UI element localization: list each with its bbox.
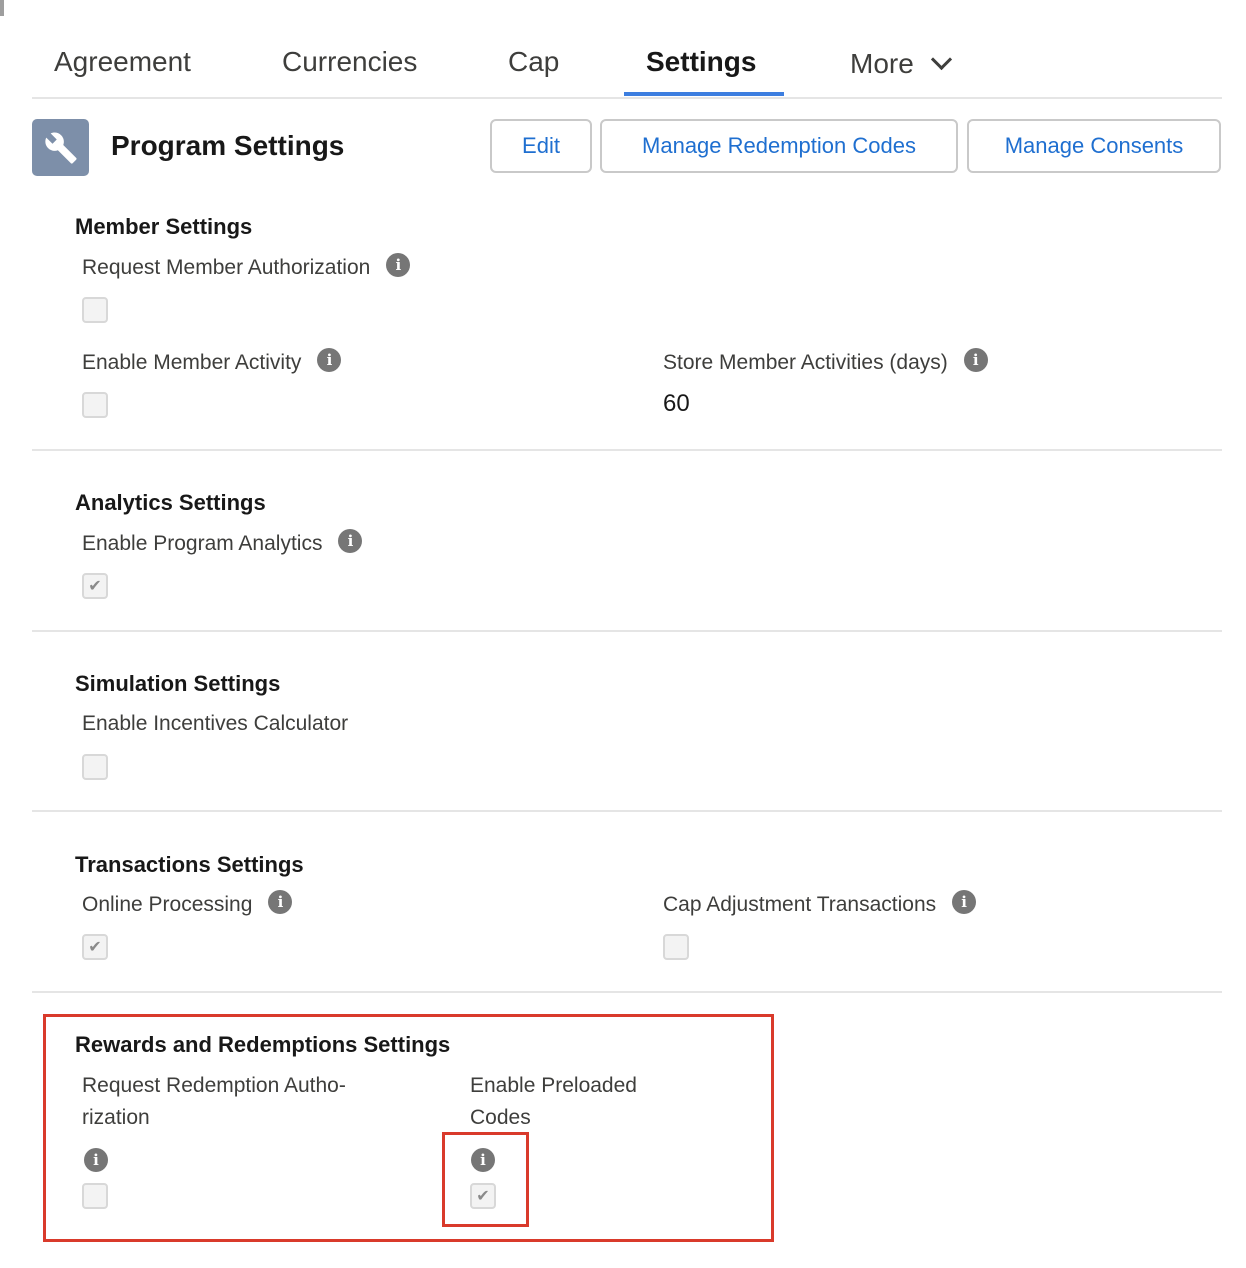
tab-more-label: More bbox=[850, 48, 914, 79]
info-icon[interactable]: i bbox=[84, 1148, 108, 1172]
section-divider bbox=[32, 810, 1222, 812]
tab-cap[interactable]: Cap bbox=[508, 46, 559, 78]
member-settings-title: Member Settings bbox=[75, 214, 253, 239]
store-member-activities-label: Store Member Activities (days) bbox=[663, 351, 948, 374]
preloaded-codes-highlight bbox=[442, 1132, 529, 1227]
checkmark-icon: ✔ bbox=[88, 578, 102, 595]
enable-member-activity-field: Enable Member Activity i bbox=[82, 347, 342, 379]
enable-member-activity-label: Enable Member Activity bbox=[82, 351, 302, 374]
rewards-settings-title: Rewards and Redemptions Settings bbox=[75, 1032, 451, 1057]
section-divider bbox=[32, 449, 1222, 451]
enable-program-analytics-label: Enable Program Analytics bbox=[82, 532, 323, 555]
edit-button[interactable]: Edit bbox=[490, 119, 592, 173]
info-icon[interactable]: i bbox=[963, 348, 988, 373]
manage-consents-button[interactable]: Manage Consents bbox=[967, 119, 1221, 173]
analytics-settings-title: Analytics Settings bbox=[75, 490, 266, 515]
info-icon[interactable]: i bbox=[317, 348, 342, 373]
wrench-icon bbox=[32, 119, 89, 176]
enable-program-analytics-field: Enable Program Analytics i bbox=[82, 528, 363, 560]
info-icon[interactable]: i bbox=[338, 529, 363, 554]
request-member-authorization-field: Request Member Authorization i bbox=[82, 252, 411, 284]
transactions-settings-title: Transactions Settings bbox=[75, 852, 304, 877]
section-divider bbox=[32, 991, 1222, 993]
tab-bar: Agreement Currencies Cap Settings More bbox=[32, 36, 1222, 99]
request-redemption-authorization-checkbox[interactable] bbox=[82, 1183, 108, 1209]
request-redemption-authorization-field: Request Redemption Autho- rization bbox=[82, 1070, 346, 1134]
manage-redemption-codes-button[interactable]: Manage Redemption Codes bbox=[600, 119, 958, 173]
tab-more[interactable]: More bbox=[850, 48, 952, 80]
info-icon[interactable]: i bbox=[952, 890, 977, 915]
online-processing-field: Online Processing i bbox=[82, 889, 293, 921]
checkmark-icon: ✔ bbox=[88, 939, 102, 956]
store-member-activities-value: 60 bbox=[663, 390, 690, 417]
request-redemption-authorization-label-line2: rization bbox=[82, 1106, 150, 1129]
request-member-authorization-checkbox[interactable] bbox=[82, 297, 108, 323]
enable-preloaded-codes-label-line2: Codes bbox=[470, 1106, 531, 1129]
info-icon[interactable]: i bbox=[268, 890, 293, 915]
enable-incentives-calculator-label: Enable Incentives Calculator bbox=[82, 712, 349, 735]
enable-member-activity-checkbox[interactable] bbox=[82, 392, 108, 418]
enable-preloaded-codes-field: Enable Preloaded Codes bbox=[470, 1070, 637, 1134]
tab-settings[interactable]: Settings bbox=[646, 46, 756, 78]
enable-incentives-calculator-checkbox[interactable] bbox=[82, 754, 108, 780]
store-member-activities-field: Store Member Activities (days) i bbox=[663, 347, 988, 379]
request-redemption-authorization-label-line1: Request Redemption Autho- bbox=[82, 1074, 346, 1097]
online-processing-label: Online Processing bbox=[82, 893, 253, 916]
tab-currencies[interactable]: Currencies bbox=[282, 46, 417, 78]
chevron-down-icon bbox=[930, 48, 952, 71]
cap-adjustment-transactions-checkbox[interactable] bbox=[663, 934, 689, 960]
tab-agreement[interactable]: Agreement bbox=[54, 46, 191, 78]
request-member-authorization-label: Request Member Authorization bbox=[82, 256, 371, 279]
page-title: Program Settings bbox=[111, 130, 345, 161]
online-processing-checkbox[interactable]: ✔ bbox=[82, 934, 108, 960]
info-icon[interactable]: i bbox=[386, 253, 411, 278]
enable-program-analytics-checkbox[interactable]: ✔ bbox=[82, 573, 108, 599]
enable-incentives-calculator-field: Enable Incentives Calculator bbox=[82, 708, 348, 740]
cap-adjustment-transactions-field: Cap Adjustment Transactions i bbox=[663, 889, 977, 921]
section-divider bbox=[32, 630, 1222, 632]
enable-preloaded-codes-label-line1: Enable Preloaded bbox=[470, 1074, 637, 1097]
cap-adjustment-transactions-label: Cap Adjustment Transactions bbox=[663, 893, 937, 916]
corner-mark bbox=[0, 0, 4, 16]
active-tab-indicator bbox=[624, 92, 784, 96]
simulation-settings-title: Simulation Settings bbox=[75, 671, 281, 696]
